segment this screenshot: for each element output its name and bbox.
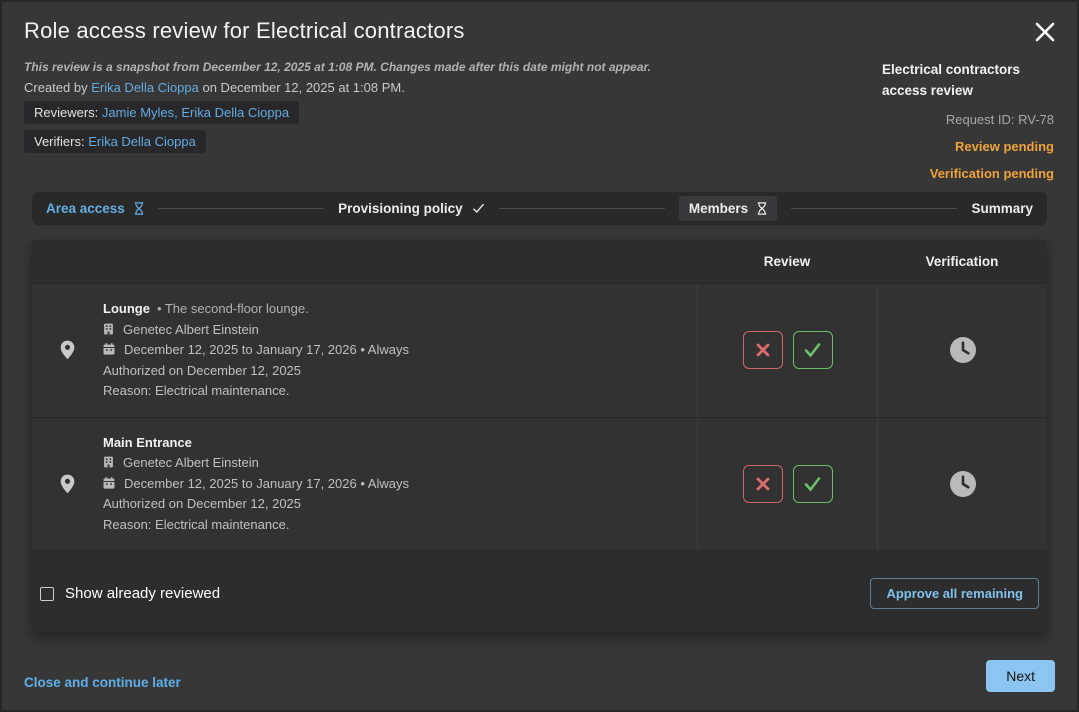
show-reviewed-toggle[interactable]: Show already reviewed (40, 585, 220, 602)
step-connector (791, 208, 957, 209)
verifiers-names-link[interactable]: Erika Della Cioppa (88, 134, 196, 149)
authorized-line: Authorized on December 12, 2025 (103, 361, 409, 382)
review-actions-cell (697, 284, 877, 417)
step-summary[interactable]: Summary (971, 201, 1033, 216)
approve-all-remaining-button[interactable]: Approve all remaining (870, 578, 1039, 609)
schedule-line: December 12, 2025 to January 17, 2026 • … (103, 474, 409, 495)
reject-button[interactable] (743, 331, 783, 369)
building-icon (103, 323, 114, 335)
area-access-review-panel: Review Verification Lounge • The second-f… (32, 240, 1047, 632)
review-summary-box: Electrical contractors access review Req… (882, 59, 1054, 181)
close-icon (1034, 21, 1056, 43)
role-access-review-dialog: Role access review for Electrical contra… (0, 0, 1079, 712)
reject-button[interactable] (743, 465, 783, 503)
clock-pending-icon (949, 470, 977, 498)
table-header: Review Verification (32, 240, 1047, 283)
building-icon (103, 456, 114, 468)
wizard-stepper: Area access Provisioning policy Members … (32, 192, 1047, 225)
show-reviewed-checkbox[interactable] (40, 587, 54, 601)
row-details-cell: Main Entrance Genetec Albert Einstein De… (32, 418, 697, 551)
schedule-line: December 12, 2025 to January 17, 2026 • … (103, 340, 409, 361)
step-area-access-label: Area access (46, 201, 125, 216)
reason-line: Reason: Electrical maintenance. (103, 515, 409, 536)
table-row-main-entrance: Main Entrance Genetec Albert Einstein De… (32, 417, 1047, 551)
approve-button[interactable] (793, 465, 833, 503)
approve-check-icon (802, 474, 823, 494)
area-name-line: Lounge • The second-floor lounge. (103, 299, 409, 320)
verification-status-cell (877, 284, 1047, 417)
entity-line: Genetec Albert Einstein (103, 453, 409, 474)
panel-footer: Show already reviewed Approve all remain… (32, 551, 1047, 630)
verification-status-cell (877, 418, 1047, 551)
row-details-cell: Lounge • The second-floor lounge. Genetec… (32, 284, 697, 417)
entity-name: Genetec Albert Einstein (123, 322, 259, 337)
clock-pending-icon (949, 336, 977, 364)
step-area-access[interactable]: Area access (46, 201, 144, 216)
verification-status-badge: Verification pending (882, 166, 1054, 181)
hourglass-icon (757, 202, 767, 215)
access-rows: Lounge • The second-floor lounge. Genetec… (32, 283, 1047, 551)
step-connector (158, 208, 324, 209)
review-column-header: Review (697, 254, 877, 269)
request-id: Request ID: RV-78 (882, 112, 1054, 127)
approve-check-icon (802, 340, 823, 360)
calendar-icon (103, 477, 115, 489)
step-connector (499, 208, 665, 209)
step-members-label: Members (689, 201, 748, 216)
row-text: Main Entrance Genetec Albert Einstein De… (103, 433, 409, 536)
reject-x-icon (753, 474, 773, 494)
snapshot-note: This review is a snapshot from December … (24, 60, 651, 74)
verifiers-label: Verifiers: (34, 134, 88, 149)
review-status-badge: Review pending (882, 139, 1054, 154)
entity-name: Genetec Albert Einstein (123, 455, 259, 470)
area-name: Main Entrance (103, 435, 192, 450)
reject-x-icon (753, 340, 773, 360)
step-summary-label: Summary (971, 201, 1033, 216)
reviewers-chip: Reviewers: Jamie Myles, Erika Della Ciop… (24, 101, 299, 124)
review-name: Electrical contractors access review (882, 59, 1054, 101)
area-name: Lounge (103, 301, 150, 316)
show-reviewed-label: Show already reviewed (65, 585, 220, 602)
check-icon (472, 203, 485, 214)
location-pin-icon (32, 433, 103, 536)
created-prefix: Created by (24, 80, 91, 95)
calendar-icon (103, 343, 115, 355)
entity-line: Genetec Albert Einstein (103, 320, 409, 341)
schedule-text: December 12, 2025 to January 17, 2026 • … (124, 342, 409, 357)
area-name-line: Main Entrance (103, 433, 409, 454)
verifiers-chip: Verifiers: Erika Della Cioppa (24, 130, 206, 153)
verification-column-header: Verification (877, 254, 1047, 269)
reason-line: Reason: Electrical maintenance. (103, 381, 409, 402)
step-members[interactable]: Members (679, 196, 777, 221)
row-text: Lounge • The second-floor lounge. Genetec… (103, 299, 409, 402)
approve-button[interactable] (793, 331, 833, 369)
created-by-link[interactable]: Erika Della Cioppa (91, 80, 199, 95)
review-actions-cell (697, 418, 877, 551)
hourglass-icon (134, 202, 144, 215)
next-button[interactable]: Next (986, 660, 1055, 692)
location-pin-icon (32, 299, 103, 402)
area-description: • The second-floor lounge. (157, 301, 309, 316)
authorized-line: Authorized on December 12, 2025 (103, 494, 409, 515)
created-suffix: on December 12, 2025 at 1:08 PM. (199, 80, 405, 95)
schedule-text: December 12, 2025 to January 17, 2026 • … (124, 476, 409, 491)
step-provisioning-policy-label: Provisioning policy (338, 201, 463, 216)
created-line: Created by Erika Della Cioppa on Decembe… (24, 80, 405, 95)
reviewers-label: Reviewers: (34, 105, 102, 120)
reviewers-names-link[interactable]: Jamie Myles, Erika Della Cioppa (102, 105, 289, 120)
step-provisioning-policy[interactable]: Provisioning policy (338, 201, 485, 216)
table-row-lounge: Lounge • The second-floor lounge. Genetec… (32, 284, 1047, 417)
close-and-continue-later-link[interactable]: Close and continue later (24, 675, 181, 690)
page-title: Role access review for Electrical contra… (24, 18, 465, 44)
close-button[interactable] (1030, 17, 1060, 47)
